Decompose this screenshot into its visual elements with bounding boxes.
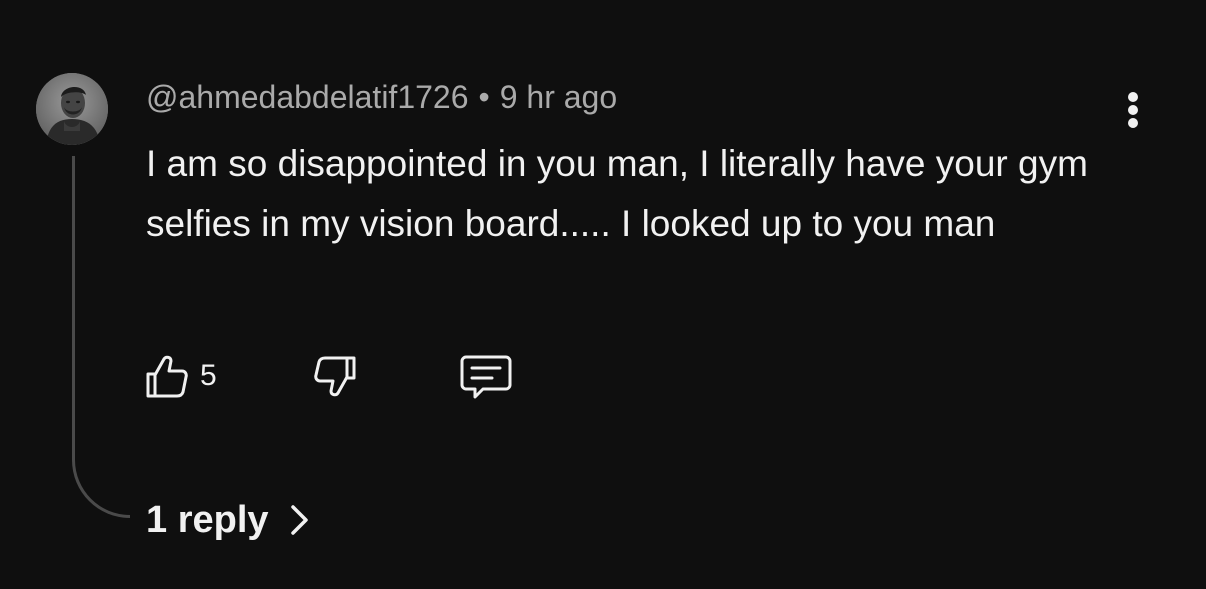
thumbs-down-icon	[314, 356, 356, 397]
view-replies-button[interactable]: 1 reply	[146, 496, 311, 544]
comment-thread: @ahmedabdelatif1726 • 9 hr ago I am so dis…	[0, 0, 1206, 589]
comment-timestamp: 9 hr ago	[499, 79, 618, 115]
comment-meta: @ahmedabdelatif1726 • 9 hr ago	[146, 78, 617, 116]
dislike-button[interactable]	[310, 348, 362, 404]
reply-button[interactable]	[456, 348, 516, 404]
more-options-button[interactable]	[1116, 88, 1152, 132]
author-avatar[interactable]	[36, 73, 108, 145]
meta-separator: •	[478, 79, 490, 115]
author-handle[interactable]: @ahmedabdelatif1726	[146, 79, 469, 115]
chevron-right-icon	[290, 505, 308, 535]
comment-text: I am so disappointed in you man, I liter…	[146, 143, 1088, 244]
replies-label: 1 reply	[146, 499, 269, 541]
like-count: 5	[200, 359, 217, 392]
thumbs-up-icon	[146, 355, 188, 398]
thread-connector-line	[72, 156, 130, 518]
comment-icon	[460, 355, 512, 399]
user-avatar-photo	[36, 73, 108, 145]
like-button[interactable]: 5	[140, 348, 217, 404]
